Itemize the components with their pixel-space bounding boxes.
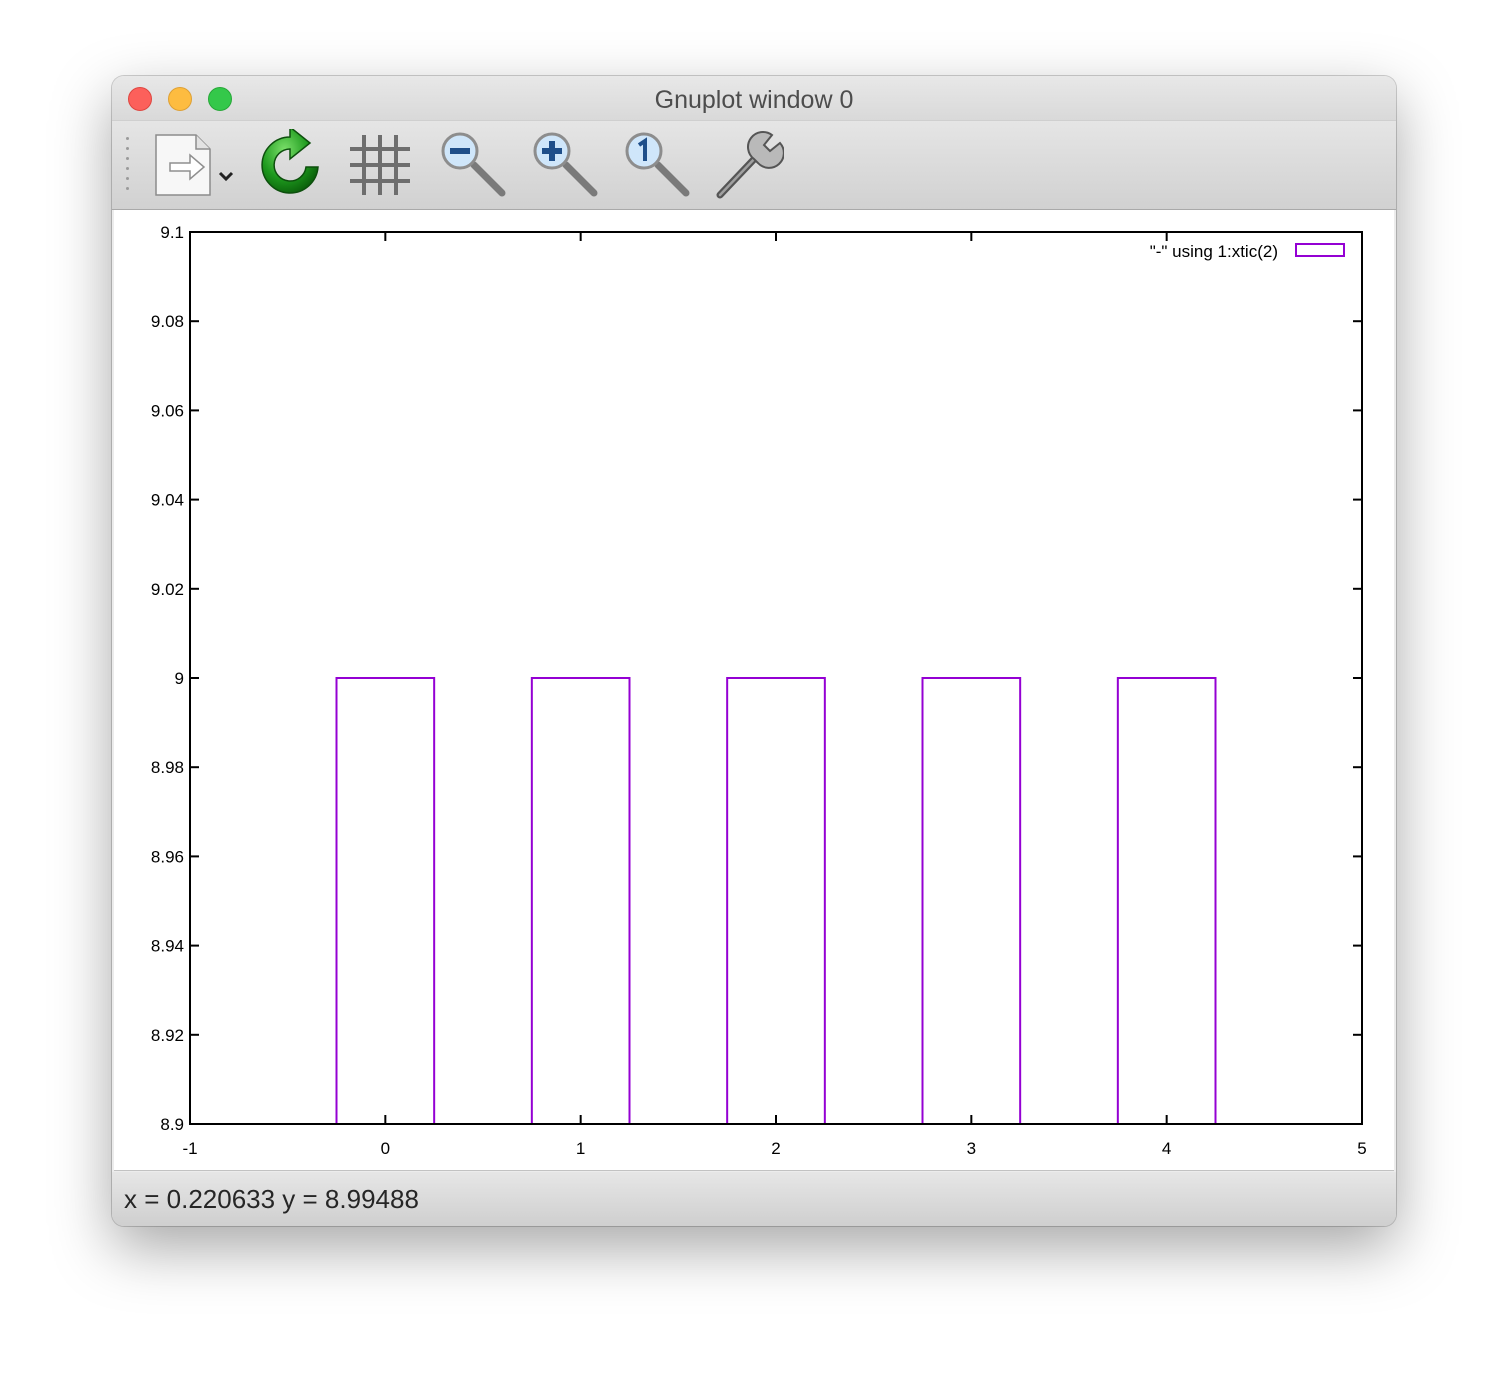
title-bar[interactable]: Gnuplot window 0 bbox=[112, 76, 1396, 120]
x-tick-label: 1 bbox=[576, 1139, 585, 1158]
y-tick-label: 8.98 bbox=[151, 758, 184, 777]
y-tick-label: 8.92 bbox=[151, 1026, 184, 1045]
x-tick-label: 2 bbox=[771, 1139, 780, 1158]
zoom-in-button[interactable] bbox=[530, 129, 602, 201]
replot-icon bbox=[261, 129, 319, 194]
replot-button[interactable] bbox=[254, 129, 326, 201]
x-tick-label: 5 bbox=[1357, 1139, 1366, 1158]
y-tick-label: 9.02 bbox=[151, 580, 184, 599]
zoom-out-icon bbox=[441, 132, 506, 197]
grid-button[interactable] bbox=[344, 129, 416, 201]
plot-area[interactable]: 8.9 8.92 8.94 8.96 8.98 9 9.02 9.04 9.06 9.08 9.1 -… bbox=[114, 210, 1394, 1171]
y-tick-label: 9.1 bbox=[160, 223, 184, 242]
x-tick-label: 3 bbox=[967, 1139, 976, 1158]
y-tick-label: 9 bbox=[175, 669, 184, 688]
gnuplot-window: Gnuplot window 0 8.9 8.92 8.94 8.96 8.98… bbox=[112, 76, 1396, 1226]
status-bar: x = 0.220633 y = 8.99488 bbox=[112, 1172, 1396, 1226]
settings-button[interactable] bbox=[712, 129, 784, 201]
y-tick-label: 8.96 bbox=[151, 847, 184, 866]
legend-swatch bbox=[1295, 243, 1345, 257]
cursor-coordinates: x = 0.220633 y = 8.99488 bbox=[124, 1184, 419, 1214]
legend-label: "-" using 1:xtic(2) bbox=[1150, 242, 1278, 261]
bar bbox=[726, 677, 826, 1125]
x-tick-label: 0 bbox=[381, 1139, 390, 1158]
export-document-icon bbox=[155, 134, 234, 196]
bar bbox=[530, 677, 631, 1125]
wrench-icon bbox=[716, 131, 784, 199]
y-tick-label: 8.94 bbox=[151, 937, 184, 956]
zoom-out-button[interactable] bbox=[438, 129, 510, 201]
toolbar bbox=[112, 120, 1396, 210]
zoom-reset-icon bbox=[625, 132, 690, 197]
plot-canvas[interactable]: 8.9 8.92 8.94 8.96 8.98 9 9.02 9.04 9.06 9.08 9.1 -… bbox=[114, 210, 1394, 1170]
bar bbox=[335, 677, 436, 1125]
bar bbox=[921, 677, 1022, 1125]
zoom-reset-button[interactable] bbox=[622, 129, 694, 201]
bar bbox=[1116, 677, 1217, 1125]
window-title: Gnuplot window 0 bbox=[654, 86, 854, 114]
toolbar-grip[interactable] bbox=[126, 137, 130, 193]
y-tick-label: 9.08 bbox=[151, 312, 184, 331]
export-button[interactable] bbox=[152, 129, 242, 201]
zoom-in-icon bbox=[533, 132, 598, 197]
x-tick-label: 4 bbox=[1162, 1139, 1171, 1158]
y-tick-label: 8.9 bbox=[160, 1115, 184, 1134]
y-tick-label: 9.04 bbox=[151, 491, 184, 510]
x-tick-label: -1 bbox=[182, 1139, 197, 1158]
y-tick-label: 9.06 bbox=[151, 401, 184, 420]
grid-icon bbox=[350, 135, 410, 195]
